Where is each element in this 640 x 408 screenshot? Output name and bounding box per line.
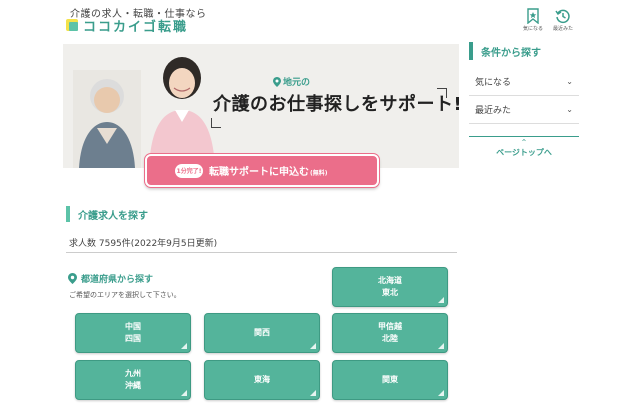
region-button-kansai[interactable]: 関西 xyxy=(204,313,320,353)
cta-badge: 1分完了! xyxy=(175,163,203,178)
region-button-tokai[interactable]: 東海 xyxy=(204,360,320,400)
divider xyxy=(66,252,457,253)
favorites-label: 気になる xyxy=(522,26,543,32)
hero-title: 介護のお仕事探しをサポート! xyxy=(213,94,459,115)
hero-pin-label: 地元の xyxy=(283,78,311,88)
hero-pin-tag: 地元の xyxy=(273,75,310,88)
sidebar-item-recent[interactable]: 最近みた ⌄ xyxy=(469,96,579,124)
corner-arrow-icon xyxy=(310,343,316,349)
region-button-chugoku-shikoku[interactable]: 中国 四国 xyxy=(75,313,191,353)
region-button-hokkaido-tohoku[interactable]: 北海道 東北 xyxy=(332,267,448,307)
sidebar-item-label: 気になる xyxy=(475,78,512,88)
recently-viewed-button[interactable]: 最近みた xyxy=(552,8,574,32)
hero-frame-corner xyxy=(211,118,221,128)
sidebar-item-label: 最近みた xyxy=(475,106,512,116)
site-logo[interactable]: ココカイゴ転職 xyxy=(66,17,189,35)
corner-arrow-icon xyxy=(438,297,444,303)
logo-text: ココカイゴ転職 xyxy=(83,19,189,35)
chevron-up-icon: ⌃ xyxy=(520,138,528,147)
chevron-down-icon: ⌄ xyxy=(566,105,573,114)
corner-arrow-icon xyxy=(438,390,444,396)
cta-note: (無料) xyxy=(310,170,328,177)
elderly-woman-illustration xyxy=(73,70,141,168)
page-top-label: ページトップへ xyxy=(496,148,552,157)
caregiver-illustration xyxy=(141,52,223,168)
career-support-apply-button[interactable]: 1分完了! 転職サポートに申込む(無料) xyxy=(145,154,379,187)
hero-banner: 地元の 介護のお仕事探しをサポート! xyxy=(63,44,459,168)
prefecture-search-hint: ご希望のエリアを選択して下さい。 xyxy=(69,291,181,299)
map-pin-icon xyxy=(273,76,281,87)
corner-arrow-icon xyxy=(310,390,316,396)
recently-viewed-label: 最近みた xyxy=(552,26,573,32)
job-count-text: 求人数 7595件(2022年9月5日更新) xyxy=(69,239,218,249)
chevron-down-icon: ⌄ xyxy=(566,77,573,86)
cta-label: 転職サポートに申込む(無料) xyxy=(209,167,328,178)
job-search-section-title: 介護求人を探す xyxy=(66,206,148,222)
corner-arrow-icon xyxy=(181,390,187,396)
header-icon-group: 気になる 最近みた xyxy=(522,8,574,32)
hero-copy: 地元の 介護のお仕事探しをサポート! xyxy=(213,76,459,116)
logo-mark-icon xyxy=(66,19,78,31)
sidebar-item-favorites[interactable]: 気になる ⌄ xyxy=(469,68,579,96)
history-clock-icon xyxy=(555,9,570,24)
region-button-kanto[interactable]: 関東 xyxy=(332,360,448,400)
region-button-kyushu-okinawa[interactable]: 九州 沖縄 xyxy=(75,360,191,400)
sidebar-title: 条件から探す xyxy=(469,42,541,60)
region-button-koshinetsu-hokuriku[interactable]: 甲信越 北陸 xyxy=(332,313,448,353)
prefecture-search-title: 都道府県から探す xyxy=(81,275,154,285)
bookmark-star-icon xyxy=(527,8,539,24)
prefecture-search-heading: 都道府県から探す xyxy=(68,272,153,285)
map-pin-icon xyxy=(68,273,77,284)
favorites-button[interactable]: 気になる xyxy=(522,8,544,32)
corner-arrow-icon xyxy=(181,343,187,349)
corner-arrow-icon xyxy=(438,343,444,349)
page-top-link[interactable]: ⌃ ページトップへ xyxy=(469,136,579,158)
site-header: 介護の求人・転職・仕事なら ココカイゴ転職 気になる 最近みた xyxy=(0,0,640,40)
